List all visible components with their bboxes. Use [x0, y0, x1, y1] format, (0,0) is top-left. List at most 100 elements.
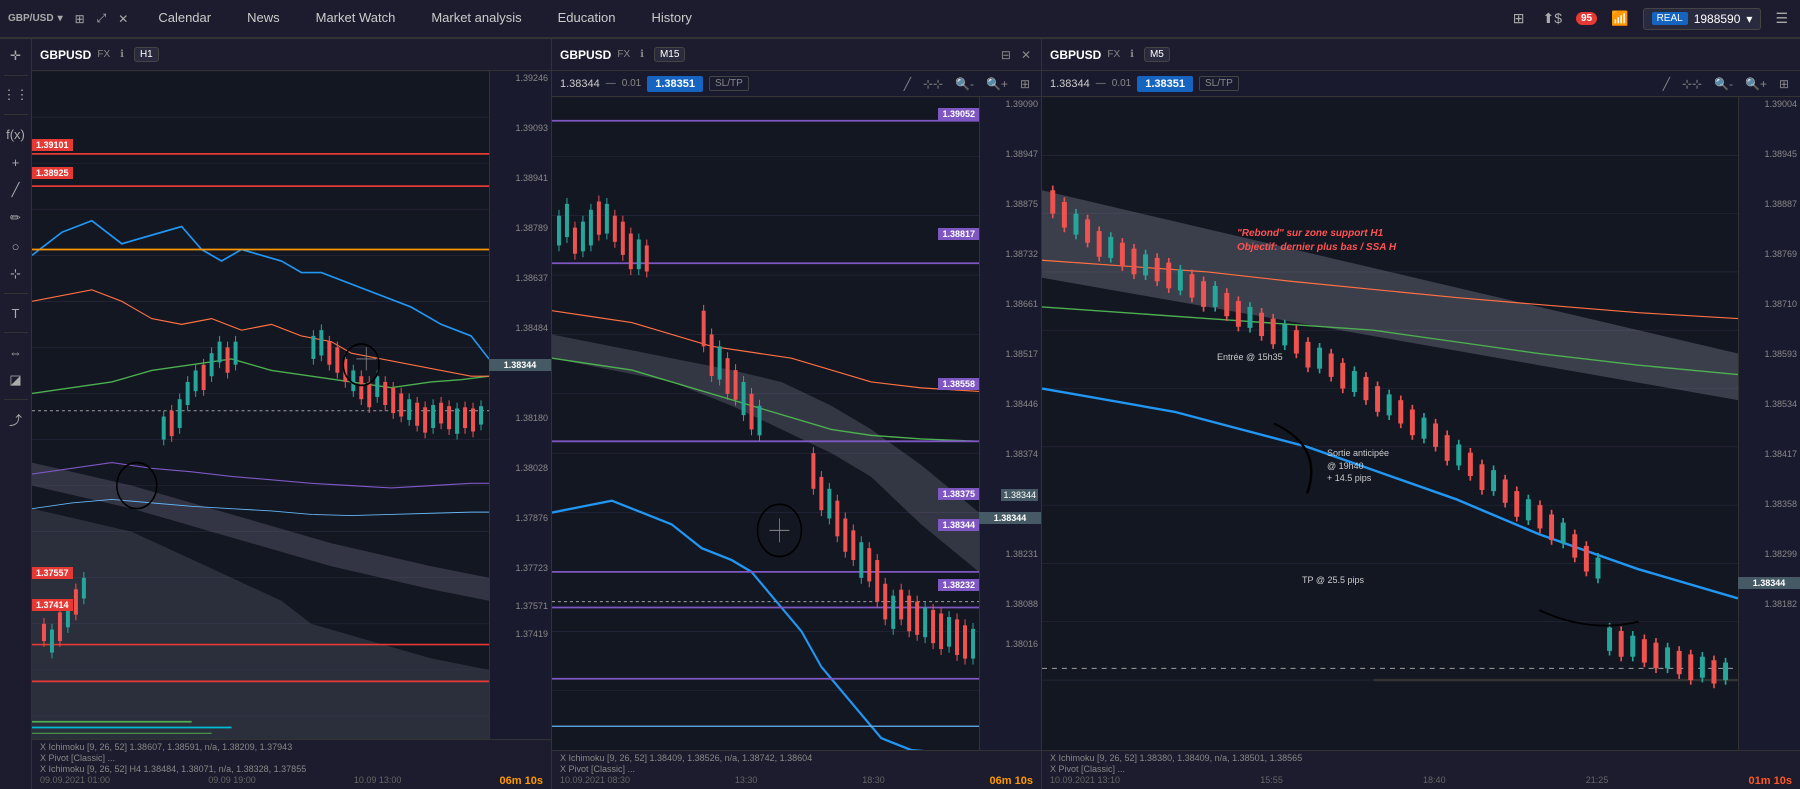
- nav-education[interactable]: Education: [540, 0, 634, 38]
- cursor-tool[interactable]: ✛: [2, 43, 30, 69]
- chart3-annotation-sortie: Sortie anticipée @ 19h40 + 14.5 pips: [1327, 447, 1389, 485]
- chart2-ask[interactable]: 1.38351: [647, 76, 703, 92]
- nav-news[interactable]: News: [229, 0, 298, 38]
- chart3-time-bar: 10.09.2021 13:10 15:55 18:40 21:25 01m 1…: [1050, 775, 1792, 787]
- pair-label: GBP/USD: [8, 13, 54, 24]
- top-nav: GBP/USD ▾ ⊞ ⤢ ✕ Calendar News Market Wat…: [0, 0, 1800, 38]
- nav-calendar[interactable]: Calendar: [140, 0, 229, 38]
- chart-body-3[interactable]: 1.39004 1.38945 1.38887 1.38769 1.38710 …: [1042, 97, 1800, 750]
- level-1.37414: 1.37414: [32, 599, 73, 611]
- chart2-trade-bar: 1.38344 — 0.01 1.38351 SL/TP ╱ ⊹⊹ 🔍- 🔍+ …: [552, 71, 1041, 97]
- circle-tool[interactable]: ○: [2, 233, 30, 259]
- chart-body-1[interactable]: 1.39246 1.39093 1.38941 1.38789 1.38637 …: [32, 71, 551, 739]
- chart2-zoom-out[interactable]: 🔍-: [952, 75, 977, 93]
- chart3-symbol: GBPUSD: [1050, 48, 1101, 62]
- bars-tool[interactable]: ⋮⋮: [2, 82, 30, 108]
- chart3-indicators[interactable]: ⊹⊹: [1679, 75, 1705, 93]
- chart3-time3: 18:40: [1423, 775, 1446, 787]
- separator3: [4, 293, 28, 294]
- chart-panel-1: GBPUSD FX ℹ H1: [32, 39, 552, 789]
- chart3-spread-dash: —: [1096, 78, 1106, 89]
- chart3-info-icon[interactable]: ℹ: [1126, 47, 1138, 62]
- chart3-annotation-tp: TP @ 25.5 pips: [1302, 575, 1364, 585]
- chart2-line-tool[interactable]: ╱: [901, 75, 914, 93]
- slider-tool[interactable]: ⇔: [2, 339, 30, 365]
- draw-tool[interactable]: ✏: [2, 205, 30, 231]
- chart-footer-2: X Ichimoku [9, 26, 52] 1.38409, 1.38526,…: [552, 750, 1041, 789]
- chart3-ask[interactable]: 1.38351: [1137, 76, 1193, 92]
- chart1-svg: [32, 71, 489, 739]
- chart2-sltp[interactable]: SL/TP: [709, 76, 749, 91]
- chart3-sltp[interactable]: SL/TP: [1199, 76, 1239, 91]
- chart1-time1: 09.09.2021 01:00: [40, 775, 110, 787]
- chart2-indicator-2: X Pivot [Classic] ...: [560, 764, 1033, 774]
- chart2-more[interactable]: ⊞: [1017, 75, 1033, 93]
- chart1-time3: 10.09 13:00: [354, 775, 402, 787]
- nav-icons: ⊞ ⤢ ✕: [71, 9, 133, 28]
- chart2-type: FX: [617, 49, 630, 60]
- chart3-zoom-in[interactable]: 🔍+: [1742, 75, 1770, 93]
- menu-icon[interactable]: ☰: [1771, 8, 1792, 29]
- chart3-annotation-rebond: "Rebond" sur zone support H1 Objectif: d…: [1237, 227, 1396, 255]
- chart2-level-1.38817: 1.38817: [938, 228, 979, 240]
- formula-tool[interactable]: f(x): [2, 121, 30, 147]
- account-balance: 1988590: [1694, 12, 1741, 26]
- nav-marketanalysis[interactable]: Market analysis: [413, 0, 539, 38]
- nav-marketwatch[interactable]: Market Watch: [298, 0, 414, 38]
- layers-tool[interactable]: ◪: [2, 367, 30, 393]
- chart3-bid: 1.38344: [1050, 78, 1090, 90]
- chart2-indicator-1: X Ichimoku [9, 26, 52] 1.38409, 1.38526,…: [560, 753, 1033, 763]
- expand-icon[interactable]: ⤢: [93, 9, 111, 28]
- chart-icon[interactable]: ⊞: [71, 9, 89, 28]
- chart2-info-icon[interactable]: ℹ: [636, 47, 648, 62]
- chart2-bid: 1.38344: [560, 78, 600, 90]
- chart-footer-1: X Ichimoku [9, 26, 52] 1.38607, 1.38591,…: [32, 739, 551, 789]
- pair-dropdown-arrow[interactable]: ▾: [58, 13, 63, 24]
- chart2-zoom-in[interactable]: 🔍+: [983, 75, 1011, 93]
- chart1-info-icon[interactable]: ℹ: [116, 47, 128, 62]
- deposit-icon[interactable]: ⬆$: [1538, 8, 1566, 29]
- chart3-spread-val: 0.01: [1112, 78, 1131, 89]
- chart3-current-price: 1.38344: [1738, 577, 1800, 589]
- separator2: [4, 114, 28, 115]
- chart3-timeframe[interactable]: M5: [1144, 47, 1170, 62]
- chart3-zoom-out[interactable]: 🔍-: [1711, 75, 1736, 93]
- account-selector[interactable]: REAL 1988590 ▾: [1643, 8, 1762, 30]
- chart3-time4: 21:25: [1586, 775, 1609, 787]
- chart2-level-1.39052: 1.39052: [938, 108, 979, 120]
- chart3-more[interactable]: ⊞: [1776, 75, 1792, 93]
- chart3-annotation-entree: Entrée @ 15h35: [1217, 352, 1283, 362]
- nav-history[interactable]: History: [633, 0, 709, 38]
- line-tool[interactable]: ╱: [2, 177, 30, 203]
- pair-selector[interactable]: GBP/USD ▾: [8, 13, 63, 24]
- chart1-type: FX: [97, 49, 110, 60]
- text-tool[interactable]: T: [2, 300, 30, 326]
- top-right-controls: ⊞ ⬆$ 95 📶 REAL 1988590 ▾ ☰: [1509, 8, 1792, 30]
- chart2-svg: [552, 97, 979, 750]
- chart3-indicator-2: X Pivot [Classic] ...: [1050, 764, 1792, 774]
- chart3-time2: 15:55: [1260, 775, 1283, 787]
- plus-tool[interactable]: +: [2, 149, 30, 175]
- account-type-badge: REAL: [1652, 12, 1688, 25]
- chart2-timeframe[interactable]: M15: [654, 47, 685, 62]
- chart2-indicators[interactable]: ⊹⊹: [920, 75, 946, 93]
- chart1-time2: 09.09 19:00: [208, 775, 256, 787]
- chart1-indicator-2: X Pivot [Classic] ...: [40, 753, 543, 763]
- chart3-line-tool[interactable]: ╱: [1660, 75, 1673, 93]
- chart1-timeframe[interactable]: H1: [134, 47, 159, 62]
- close-chart-icon[interactable]: ✕: [114, 9, 132, 28]
- separator4: [4, 332, 28, 333]
- chart2-time1: 10.09.2021 08:30: [560, 775, 630, 787]
- chart2-collapse[interactable]: ⊟: [999, 46, 1013, 64]
- measure-tool[interactable]: ⊹: [2, 261, 30, 287]
- share-tool[interactable]: ⤴: [2, 406, 30, 432]
- account-dropdown[interactable]: ▾: [1746, 12, 1752, 26]
- chart1-symbol: GBPUSD: [40, 48, 91, 62]
- level-1.38925: 1.38925: [32, 167, 73, 179]
- chart2-close[interactable]: ✕: [1019, 46, 1033, 64]
- chart-body-2[interactable]: 1.39090 1.38947 1.38875 1.38732 1.38661 …: [552, 97, 1041, 750]
- layout-icon[interactable]: ⊞: [1509, 8, 1529, 29]
- chart2-level-1.38375: 1.38375: [938, 488, 979, 500]
- charts-container: GBPUSD FX ℹ H1: [32, 39, 1800, 789]
- notification-badge[interactable]: 95: [1576, 12, 1597, 25]
